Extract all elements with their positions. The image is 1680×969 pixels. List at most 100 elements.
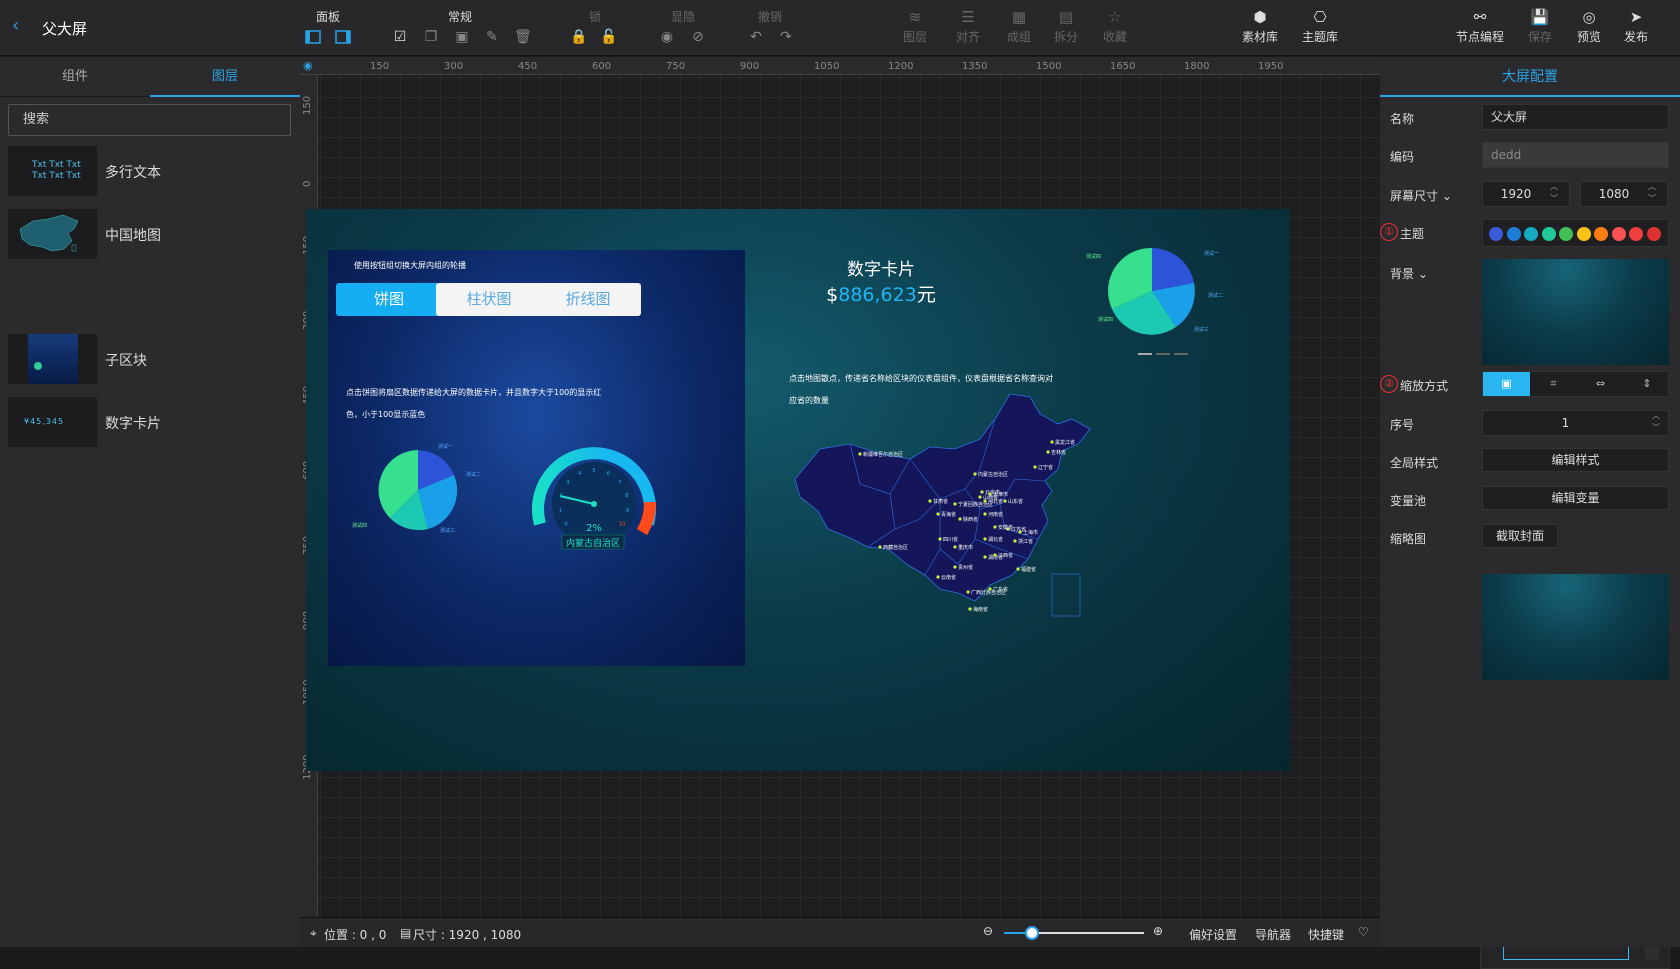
zoom-slider-handle[interactable] [1025,926,1039,940]
map-city-dot[interactable] [938,537,942,541]
right-pie-chart[interactable]: 测试一 测试二 测试三 测试四 测试四 [1086,243,1266,358]
tab-layers[interactable]: 图层 [150,57,300,97]
tab-components[interactable]: 组件 [0,57,150,97]
pie-chart[interactable]: 测试一 测试二 测试三 测试四 [348,440,498,540]
order-input[interactable]: 1 [1482,410,1669,436]
unlock-icon[interactable]: 🔓 [600,30,617,44]
scale-fit-icon[interactable]: ▣ [1483,372,1530,396]
map-city-dot[interactable] [983,537,987,541]
chevron-left-icon[interactable]: ‹ [12,15,19,36]
map-city-dot[interactable] [988,587,992,591]
navigator-button[interactable]: 导航器 [1255,926,1291,943]
name-input[interactable]: 父大屏 [1482,104,1669,130]
canvas-area[interactable]: ◉ 150 300 450 600 750 900 1050 1200 1350 1500 1650… [300,57,1670,969]
screen-size-label[interactable]: 屏幕尺寸 ⌄ [1390,187,1452,204]
map-city-dot[interactable] [993,525,997,529]
scale-width-icon[interactable]: ⇔ [1577,372,1624,396]
width-stepper-icon[interactable]: ︿ ﹀ [1550,181,1558,205]
redo-icon[interactable]: ↷ [778,30,794,44]
publish-button[interactable]: ➤ 发布 [1614,8,1658,45]
sub-block-component[interactable]: 使用按钮组切换大屏内组的轮播 饼图 柱状图 折线图 点击饼图将扇区数据传递给大屏… [328,250,745,666]
background-label[interactable]: 背景 ⌄ [1390,265,1428,282]
theme-color-swatch[interactable] [1594,227,1608,241]
zoom-in-icon[interactable]: ⊕ [1153,924,1163,938]
capture-cover-button[interactable]: 截取封面 [1482,524,1558,548]
map-city-dot[interactable] [1046,450,1050,454]
right-panel-toggle-icon[interactable] [335,30,351,44]
line-chart-button[interactable]: 折线图 [535,283,641,316]
group-button[interactable]: ▦ 成组 [997,8,1041,45]
scale-height-icon[interactable]: ⇕ [1624,372,1670,396]
map-city-dot[interactable] [983,555,987,559]
copy-icon[interactable]: ❐ [423,30,439,44]
theme-color-picker[interactable] [1482,219,1669,247]
theme-color-swatch[interactable] [1576,227,1591,241]
map-city-dot[interactable] [953,565,957,569]
order-stepper-icon[interactable]: ︿ ﹀ [1652,410,1660,434]
map-city-dot[interactable] [928,499,932,503]
bar-chart-button[interactable]: 柱状图 [436,283,542,316]
edit-variable-button[interactable]: 编辑变量 [1482,486,1669,510]
eye-icon[interactable]: ◉ [659,30,675,44]
node-programming-button[interactable]: ⚯ 节点编程 [1452,8,1508,45]
map-city-dot[interactable] [936,575,940,579]
layer-item-number-card[interactable]: ¥45,345 数字卡片 [8,397,293,447]
map-city-dot[interactable] [958,517,962,521]
theme-color-swatch[interactable] [1506,227,1521,241]
scale-stretch-icon[interactable]: ⌗ [1530,372,1577,396]
map-city-dot[interactable] [1013,539,1017,543]
brush-icon[interactable]: ✎ [484,30,500,44]
map-city-dot[interactable] [983,512,987,516]
theme-color-swatch[interactable] [1611,227,1626,241]
background-preview[interactable] [1482,259,1669,365]
gauge-chart[interactable]: 0 1 2 3 4 5 6 7 8 9 10 2% 内蒙古自治区 [524,442,664,557]
save-button[interactable]: 💾 保存 [1518,8,1562,45]
map-city-dot[interactable] [953,545,957,549]
big-screen-canvas[interactable]: 使用按钮组切换大屏内组的轮播 饼图 柱状图 折线图 点击饼图将扇区数据传递给大屏… [306,209,1290,771]
eye-icon[interactable]: ◉ [303,59,313,72]
eye-off-icon[interactable]: ⊘ [690,30,706,44]
map-city-dot[interactable] [1033,465,1037,469]
favorite-button[interactable]: ☆ 收藏 [1093,8,1137,45]
code-input[interactable]: dedd [1482,142,1669,168]
map-city-dot[interactable] [936,512,940,516]
layer-item-sub-block[interactable]: 子区块 [8,334,293,384]
map-city-dot[interactable] [953,502,957,506]
undo-icon[interactable]: ↶ [748,30,764,44]
map-city-dot[interactable] [980,490,984,494]
lock-icon[interactable]: 🔒 [570,30,587,44]
map-city-dot[interactable] [1018,530,1022,534]
zoom-out-icon[interactable]: ⊖ [983,924,993,938]
theme-color-swatch[interactable] [1541,227,1556,241]
search-input[interactable]: 搜索 [8,104,291,136]
number-card[interactable]: 数字卡片 $886,623元 [821,255,941,307]
pie-chart-button[interactable]: 饼图 [336,283,442,316]
map-city-dot[interactable] [966,590,970,594]
zoom-slider[interactable] [1004,926,1144,940]
split-button[interactable]: ▤ 拆分 [1044,8,1088,45]
map-city-dot[interactable] [993,553,997,557]
layer-item-china-map[interactable]: 中国地图 [8,209,293,259]
map-city-dot[interactable] [978,495,982,499]
shortcuts-button[interactable]: 快捷键 [1308,926,1344,943]
map-city-dot[interactable] [973,472,977,476]
trash-icon[interactable]: 🗑 [514,30,532,44]
theme-color-swatch[interactable] [1489,227,1503,241]
edit-style-button[interactable]: 编辑样式 [1482,448,1669,472]
checkbox-icon[interactable]: ☑ [392,30,408,44]
assets-button[interactable]: ⬢ 素材库 [1238,8,1282,45]
preview-button[interactable]: ◎ 预览 [1567,8,1611,45]
map-city-dot[interactable] [1050,440,1054,444]
theme-color-swatch[interactable] [1646,227,1661,241]
map-city-dot[interactable] [1003,499,1007,503]
map-city-dot[interactable] [858,452,862,456]
height-stepper-icon[interactable]: ︿ ﹀ [1648,181,1656,205]
theme-color-swatch[interactable] [1629,227,1643,241]
layer-item-multiline-text[interactable]: Txt Txt Txt Txt Txt Txt 多行文本 [8,146,293,196]
theme-color-swatch[interactable] [1524,227,1538,241]
paste-icon[interactable]: ▣ [454,30,470,44]
map-city-dot[interactable] [968,607,972,611]
align-button[interactable]: ☰ 对齐 [946,8,990,45]
china-map[interactable]: 新疆维吾尔自治区西藏自治区青海省甘肃省 宁夏回族自治区内蒙古自治区黑龙江省吉林省辽… [790,389,1110,629]
map-city-dot[interactable] [878,545,882,549]
